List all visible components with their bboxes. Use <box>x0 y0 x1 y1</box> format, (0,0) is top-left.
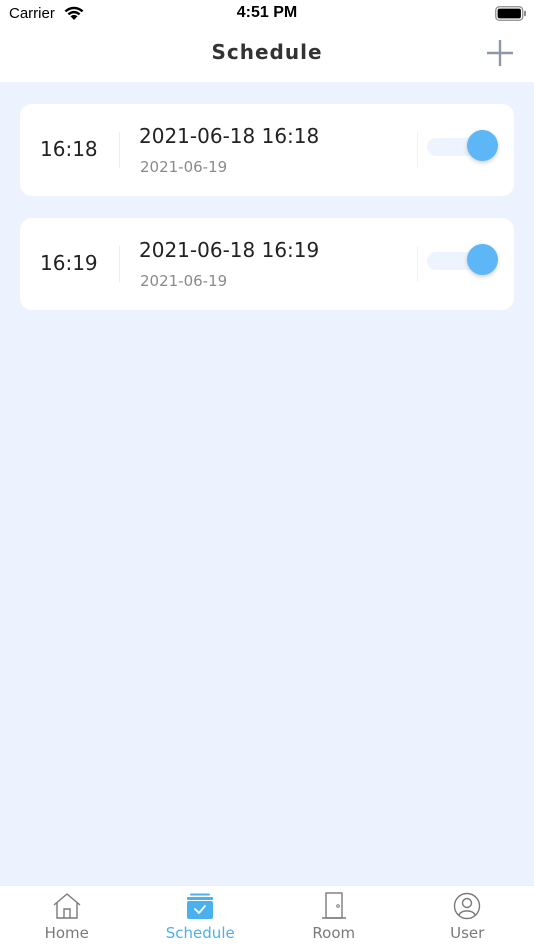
schedule-date: 2021-06-19 <box>140 272 228 290</box>
tab-bar: Home Schedule Room User <box>0 885 534 950</box>
tab-label: User <box>450 924 485 942</box>
toggle-knob <box>467 244 498 275</box>
tab-label: Room <box>312 924 356 942</box>
home-icon <box>53 893 81 919</box>
schedule-title: 2021-06-18 16:19 <box>139 238 320 262</box>
schedule-toggle[interactable] <box>427 244 499 276</box>
tab-home[interactable]: Home <box>0 886 134 950</box>
user-icon <box>454 892 481 920</box>
schedule-time: 16:19 <box>40 251 98 275</box>
nav-bar: Schedule <box>0 28 534 82</box>
door-icon <box>321 892 346 919</box>
schedule-list: 16:18 2021-06-18 16:18 2021-06-19 16:19 … <box>0 82 534 885</box>
schedule-date: 2021-06-19 <box>140 158 228 176</box>
card-divider <box>119 246 120 282</box>
toggle-knob <box>467 130 498 161</box>
tab-room[interactable]: Room <box>267 886 401 950</box>
tab-label: Schedule <box>165 924 235 942</box>
add-schedule-button[interactable] <box>484 37 516 69</box>
card-divider <box>119 132 120 168</box>
status-bar: Carrier 4:51 PM <box>0 0 534 28</box>
tab-label: Home <box>44 924 89 942</box>
tab-user[interactable]: User <box>401 886 534 950</box>
toggle-divider <box>417 132 418 168</box>
schedule-card[interactable]: 16:19 2021-06-18 16:19 2021-06-19 <box>20 218 514 310</box>
schedule-toggle[interactable] <box>427 130 499 162</box>
page-title: Schedule <box>211 40 323 64</box>
toggle-divider <box>417 246 418 282</box>
schedule-icon <box>187 893 214 919</box>
tab-schedule[interactable]: Schedule <box>134 886 268 950</box>
schedule-card[interactable]: 16:18 2021-06-18 16:18 2021-06-19 <box>20 104 514 196</box>
status-time: 4:51 PM <box>236 4 298 21</box>
schedule-title: 2021-06-18 16:18 <box>139 124 320 148</box>
schedule-time: 16:18 <box>40 137 98 161</box>
battery-icon <box>495 6 526 21</box>
